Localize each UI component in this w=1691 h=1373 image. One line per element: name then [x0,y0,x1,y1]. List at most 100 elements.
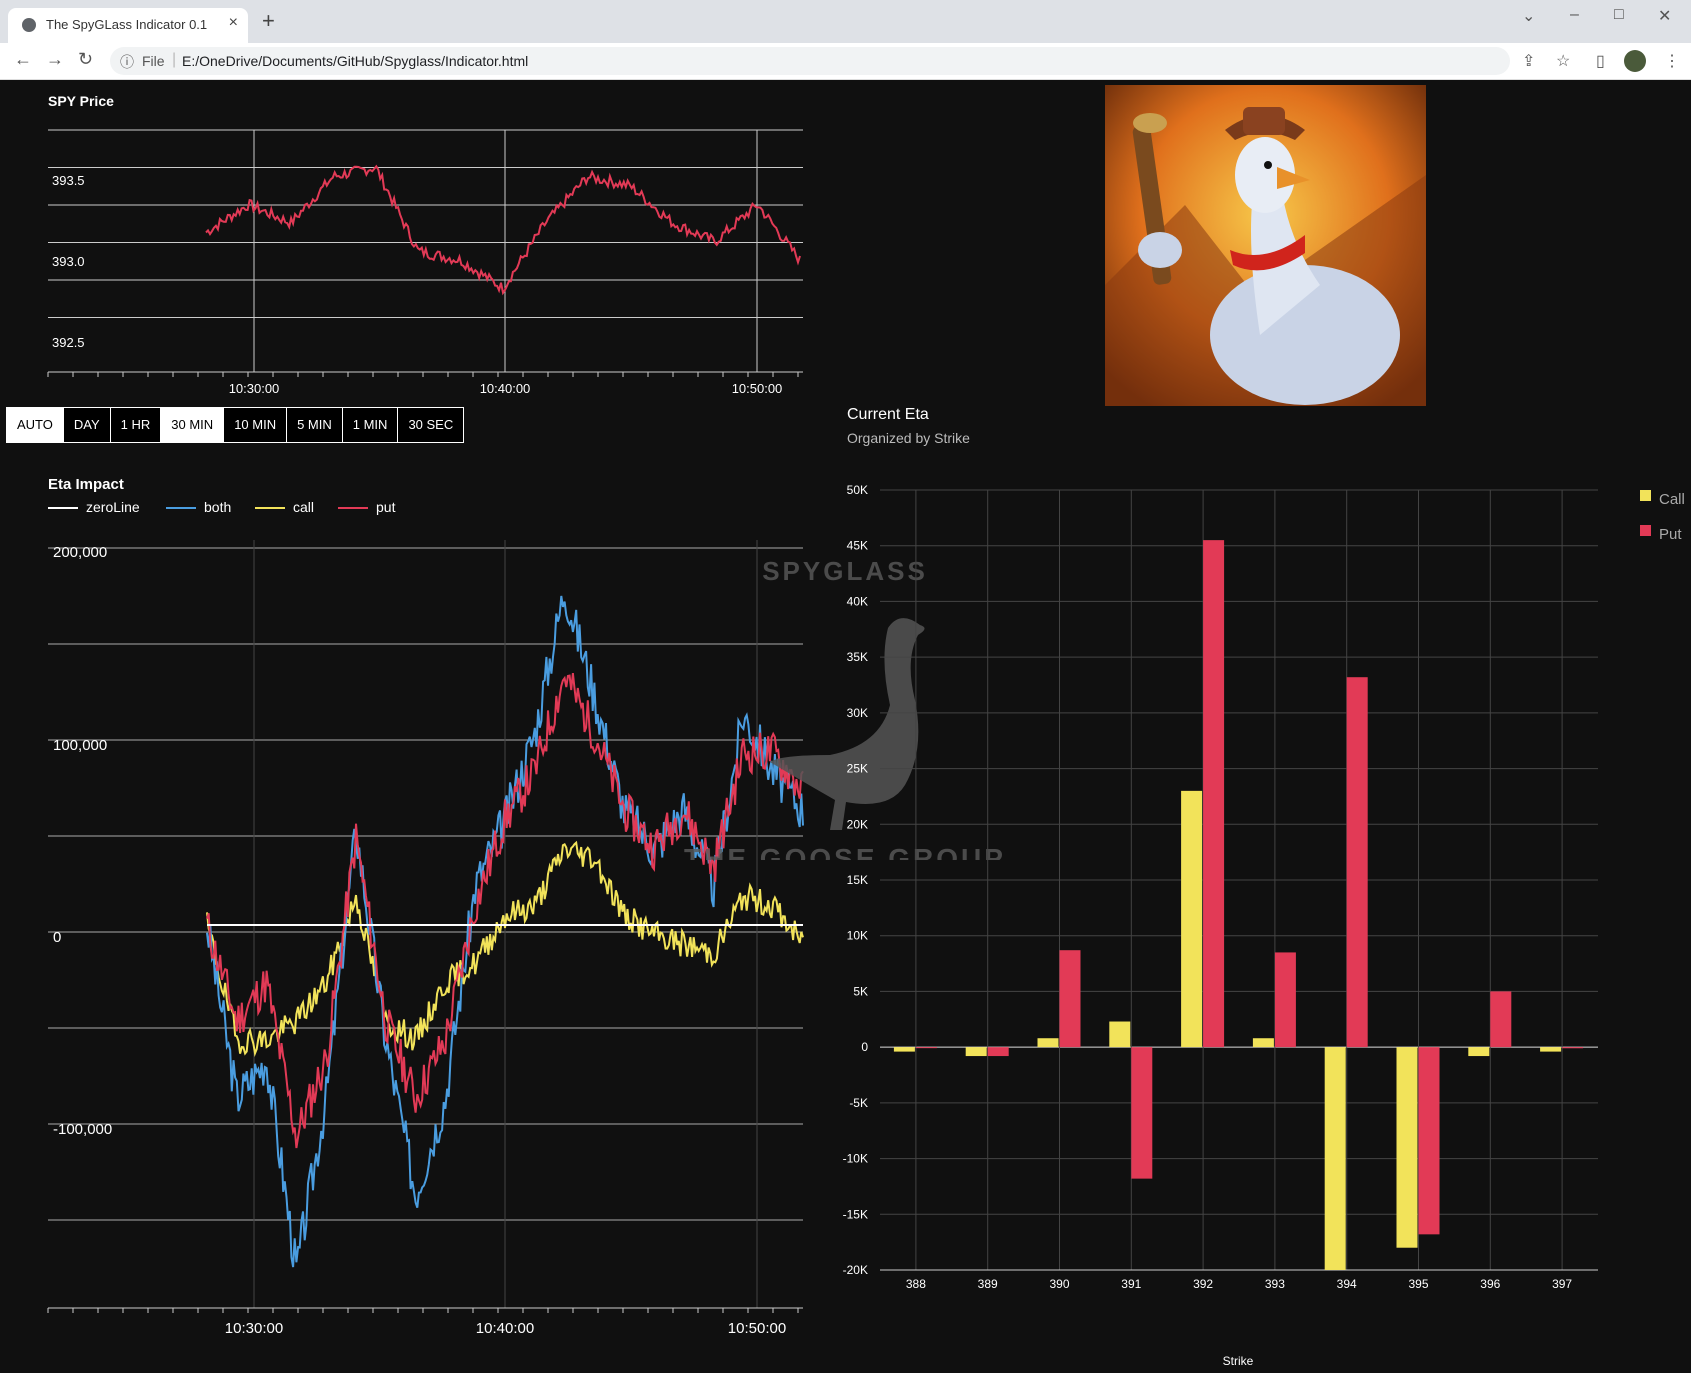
current-eta-subtitle: Organized by Strike [847,430,970,446]
spy-y-tick: 393.5 [52,173,85,188]
url-text[interactable]: E:/OneDrive/Documents/GitHub/Spyglass/In… [182,53,528,69]
spy-y-tick: 393.0 [52,254,85,269]
put-bar[interactable] [1418,1047,1440,1235]
bar-y-tick: 25K [847,762,868,776]
call-bar[interactable] [1037,1038,1059,1048]
legend-call-swatch [1640,490,1651,501]
put-bar[interactable] [1059,950,1081,1048]
call-bar[interactable] [1181,790,1203,1048]
maximize-icon[interactable]: □ [1614,6,1624,24]
call-bar[interactable] [893,1047,915,1052]
goose-image [1105,85,1426,406]
address-bar[interactable]: ⓘ File | E:/OneDrive/Documents/GitHub/Sp… [110,47,1510,75]
timeframe-5min-button[interactable]: 5 MIN [287,408,343,442]
spy-y-tick: 392.5 [52,335,85,350]
bar-y-tick: 30K [847,706,868,720]
close-tab-icon[interactable]: × [229,14,238,32]
bar-y-tick: 50K [847,483,868,497]
bar-x-tick: 396 [1480,1277,1500,1291]
eta-x-tick: 10:30:00 [225,1320,283,1337]
put-bar[interactable] [1203,540,1225,1048]
call-bar[interactable] [1468,1047,1490,1057]
legend-put-label[interactable]: Put [1659,526,1682,543]
separator: | [172,51,177,68]
timeframe-1hr-button[interactable]: 1 HR [110,408,162,442]
spy-price-chart: 393.5 393.0 392.5 10:30:00 10:40:00 10:5… [47,129,803,396]
timeframe-30min-button[interactable]: 30 MIN [161,408,225,442]
spy-x-tick: 10:40:00 [480,381,531,396]
legend-both[interactable]: both [166,499,231,515]
globe-icon [22,18,36,32]
bar-x-tick: 391 [1121,1277,1141,1291]
timeframe-day-button[interactable]: DAY [63,408,111,442]
timeframe-30sec-button[interactable]: 30 SEC [398,408,464,442]
bar-x-tick: 390 [1049,1277,1069,1291]
bar-x-tick: 393 [1265,1277,1285,1291]
avatar[interactable] [1624,50,1646,72]
sidepanel-icon[interactable]: ▯ [1596,51,1605,71]
legend-put[interactable]: put [338,499,395,515]
bar-y-tick: 5K [853,984,868,998]
spy-x-tick: 10:50:00 [732,381,783,396]
put-bar[interactable] [1562,1047,1584,1049]
star-icon[interactable]: ☆ [1556,51,1570,71]
new-tab-icon[interactable]: + [262,8,275,34]
put-bar[interactable] [915,1047,937,1049]
bar-y-tick: 10K [847,929,868,943]
bar-y-tick: -5K [849,1096,868,1110]
legend-zeroline[interactable]: zeroLine [48,499,140,515]
eta-y-tick: 100,000 [53,737,107,754]
forward-icon[interactable]: → [46,49,64,70]
eta-x-tick: 10:50:00 [728,1320,786,1337]
bar-y-tick: 35K [847,650,868,664]
legend-call-label[interactable]: Call [1659,491,1685,508]
close-window-icon[interactable]: ✕ [1658,6,1671,26]
url-scheme: File [142,53,165,69]
call-bar[interactable] [1396,1047,1418,1248]
current-eta-chart: 50K 45K 40K 35K 30K 25K 20K 15K 10K 5K 0 -5K -10K -15… [843,483,1685,1368]
bar-x-tick: 389 [978,1277,998,1291]
spy-price-line [205,164,801,296]
spy-price-title: SPY Price [48,93,114,109]
put-bar[interactable] [1346,677,1368,1048]
eta-y-tick: 200,000 [53,544,107,561]
call-bar[interactable] [1540,1047,1562,1052]
timeframe-buttons: AUTO DAY 1 HR 30 MIN 10 MIN 5 MIN 1 MIN … [6,407,465,443]
timeframe-10min-button[interactable]: 10 MIN [224,408,288,442]
timeframe-auto-button[interactable]: AUTO [7,408,64,442]
put-bar[interactable] [1490,991,1512,1048]
reload-icon[interactable]: ↻ [78,49,93,70]
browser-tabstrip: The SpyGLass Indicator 0.1 × + ⌄ – □ ✕ [0,0,1691,43]
call-bar[interactable] [965,1047,987,1057]
call-bar[interactable] [1252,1038,1274,1048]
current-eta-title: Current Eta [847,406,929,423]
bar-y-tick: -20K [843,1263,868,1277]
bar-y-tick: 0 [861,1040,868,1054]
bar-y-tick: 45K [847,539,868,553]
call-bar[interactable] [1324,1047,1346,1270]
bar-x-tick: 388 [906,1277,926,1291]
share-icon[interactable]: ⇪ [1522,51,1535,71]
browser-toolbar: ← → ↻ ⓘ File | E:/OneDrive/Documents/Git… [0,43,1691,80]
bar-x-tick: 397 [1552,1277,1572,1291]
legend-put-swatch [1640,525,1651,536]
browser-tab[interactable]: The SpyGLass Indicator 0.1 × [8,8,248,43]
chevron-down-icon[interactable]: ⌄ [1522,6,1535,26]
info-icon[interactable]: ⓘ [120,52,134,72]
goose-artwork [1105,85,1426,406]
timeframe-1min-button[interactable]: 1 MIN [342,408,399,442]
eta-x-tick: 10:40:00 [476,1320,534,1337]
put-bar[interactable] [1131,1047,1153,1179]
call-bar[interactable] [1109,1021,1131,1048]
legend-call[interactable]: call [255,499,314,515]
put-bar[interactable] [1274,952,1296,1048]
menu-icon[interactable]: ⋮ [1664,51,1680,71]
eta-y-tick: 0 [53,929,61,946]
back-icon[interactable]: ← [14,49,32,70]
minimize-icon[interactable]: – [1570,6,1579,24]
bar-y-tick: 15K [847,873,868,887]
put-bar[interactable] [987,1047,1009,1057]
bar-x-label: Strike [1223,1354,1254,1368]
eta-y-tick: -100,000 [53,1121,112,1138]
eta-impact-title: Eta Impact [48,476,124,493]
